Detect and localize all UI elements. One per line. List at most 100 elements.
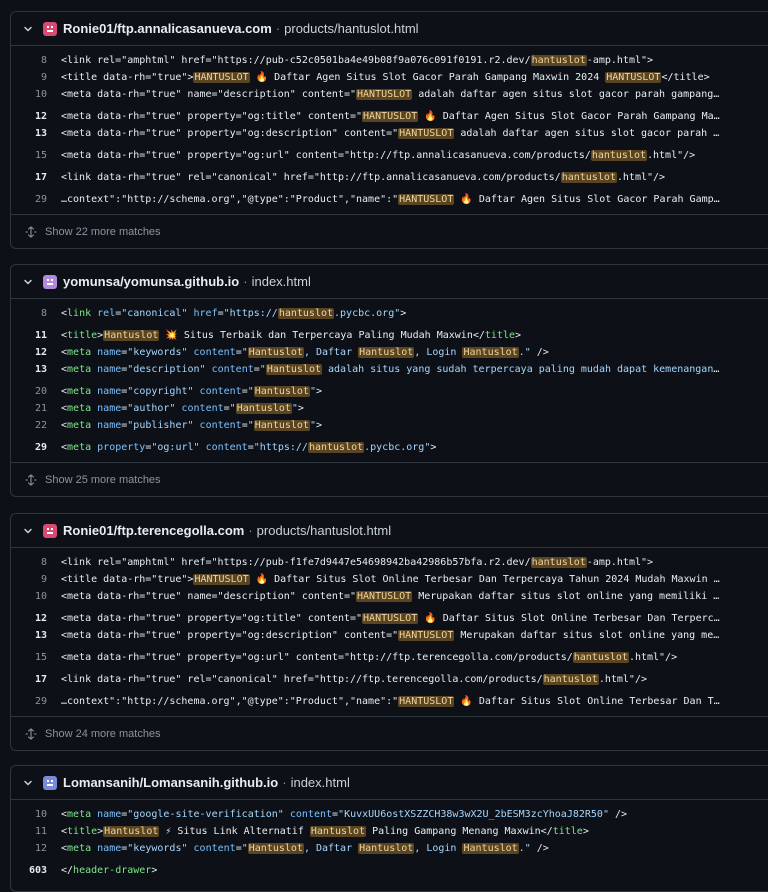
line-number[interactable]: 15 <box>11 649 61 666</box>
line-number[interactable]: 29 <box>11 439 61 456</box>
line-number[interactable]: 17 <box>11 169 61 186</box>
separator: · <box>248 523 253 538</box>
code-text: …context":"http://schema.org","@type":"P… <box>61 696 721 707</box>
line-number[interactable]: 8 <box>11 305 61 322</box>
code-text: <meta data-rh="true" property="og:descri… <box>61 630 721 641</box>
line-number[interactable]: 20 <box>11 383 61 400</box>
code-line[interactable]: 17 <link data-rh="true" rel="canonical" h… <box>11 169 768 186</box>
code-line[interactable]: 13 <meta data-rh="true" property="og:desc… <box>11 125 768 142</box>
chevron-down-icon[interactable] <box>23 277 35 287</box>
line-number[interactable]: 8 <box>11 52 61 69</box>
code-line[interactable]: 21 <meta name="author" content="Hantuslot… <box>11 400 768 417</box>
line-number[interactable]: 12 <box>11 344 61 361</box>
repo-link[interactable]: Ronie01/ftp.annalicasanueva.com <box>63 21 272 36</box>
code-line[interactable]: 13 <meta data-rh="true" property="og:desc… <box>11 627 768 644</box>
file-path-link[interactable]: products/hantuslot.html <box>284 21 418 36</box>
show-more-matches-button[interactable]: Show 25 more matches <box>11 462 768 496</box>
line-number[interactable]: 13 <box>11 361 61 378</box>
repo-link[interactable]: Lomansanih/Lomansanih.github.io <box>63 775 278 790</box>
line-number[interactable]: 12 <box>11 840 61 857</box>
code-line[interactable]: 8 <link rel="canonical" href="https://han… <box>11 305 768 322</box>
file-path-link[interactable]: index.html <box>252 274 311 289</box>
repo-link[interactable]: yomunsa/yomunsa.github.io <box>63 274 239 289</box>
code-snippet: 8 <link rel="amphtml" href="https://pub-c… <box>11 46 768 214</box>
code-line[interactable]: 10 <meta data-rh="true" name="description… <box>11 588 768 605</box>
code-text: <meta name="keywords" content="Hantuslot… <box>61 347 549 358</box>
result-header: Lomansanih/Lomansanih.github.io · index.ht… <box>11 766 768 800</box>
code-line[interactable]: 9 <title data-rh="true">HANTUSLOT 🔥 Dafta… <box>11 571 768 588</box>
search-result-card: yomunsa/yomunsa.github.io · index.html 8 <li… <box>10 264 768 497</box>
line-number[interactable]: 17 <box>11 671 61 688</box>
code-line[interactable]: 10 <meta name="google-site-verification" … <box>11 806 768 823</box>
line-number[interactable]: 10 <box>11 588 61 605</box>
code-text: <meta name="publisher" content="Hantuslo… <box>61 420 323 431</box>
line-number[interactable]: 11 <box>11 327 61 344</box>
line-number[interactable]: 11 <box>11 823 61 840</box>
code-line[interactable]: 8 <link rel="amphtml" href="https://pub-f… <box>11 554 768 571</box>
avatar[interactable] <box>43 21 57 36</box>
show-more-matches-button[interactable]: Show 24 more matches <box>11 716 768 750</box>
code-line[interactable]: 15 <meta data-rh="true" property="og:url"… <box>11 649 768 666</box>
chevron-down-icon[interactable] <box>23 526 35 536</box>
separator: · <box>282 775 287 790</box>
line-number[interactable]: 603 <box>11 862 61 879</box>
code-text: …context":"http://schema.org","@type":"P… <box>61 194 721 205</box>
line-number[interactable]: 9 <box>11 571 61 588</box>
avatar[interactable] <box>43 775 57 790</box>
line-number[interactable]: 12 <box>11 610 61 627</box>
repo-link[interactable]: Ronie01/ftp.terencegolla.com <box>63 523 244 538</box>
chevron-down-icon[interactable] <box>23 778 35 788</box>
code-line[interactable]: 17 <link data-rh="true" rel="canonical" h… <box>11 671 768 688</box>
code-text: <meta data-rh="true" property="og:title"… <box>61 613 721 624</box>
code-text: </header-drawer> <box>61 865 158 876</box>
code-line[interactable]: 29 …context":"http://schema.org","@type":… <box>11 693 768 710</box>
code-text: <title data-rh="true">HANTUSLOT 🔥 Daftar… <box>61 574 721 585</box>
result-header: Ronie01/ftp.terencegolla.com · products/ha… <box>11 514 768 548</box>
avatar[interactable] <box>43 523 57 538</box>
code-line[interactable]: 29 …context":"http://schema.org","@type":… <box>11 191 768 208</box>
line-number[interactable]: 10 <box>11 86 61 103</box>
code-line[interactable]: 12 <meta data-rh="true" property="og:titl… <box>11 610 768 627</box>
code-line[interactable]: 10 <meta data-rh="true" name="description… <box>11 86 768 103</box>
code-line[interactable]: 11 <title>Hantuslot 💥 Situs Terbaik dan T… <box>11 327 768 344</box>
line-number[interactable]: 10 <box>11 806 61 823</box>
code-text: <link data-rh="true" rel="canonical" hre… <box>61 674 647 685</box>
show-more-label: Show 22 more matches <box>45 225 161 238</box>
show-more-label: Show 25 more matches <box>45 473 161 486</box>
code-text: <meta data-rh="true" property="og:descri… <box>61 128 721 139</box>
show-more-matches-button[interactable]: Show 22 more matches <box>11 214 768 248</box>
code-text: <meta data-rh="true" property="og:url" c… <box>61 652 678 663</box>
code-text: <link rel="amphtml" href="https://pub-f1… <box>61 557 654 568</box>
line-number[interactable]: 8 <box>11 554 61 571</box>
line-number[interactable]: 9 <box>11 69 61 86</box>
line-number[interactable]: 12 <box>11 108 61 125</box>
code-line[interactable]: 13 <meta name="description" content="Hant… <box>11 361 768 378</box>
unfold-icon <box>25 225 37 238</box>
file-path-link[interactable]: products/hantuslot.html <box>257 523 391 538</box>
code-line[interactable]: 11 <title>Hantuslot ⚡ Situs Link Alternat… <box>11 823 768 840</box>
file-path-link[interactable]: index.html <box>291 775 350 790</box>
line-number[interactable]: 29 <box>11 693 61 710</box>
line-number[interactable]: 13 <box>11 125 61 142</box>
result-header: Ronie01/ftp.annalicasanueva.com · products… <box>11 12 768 46</box>
code-text: <meta data-rh="true" property="og:url" c… <box>61 150 696 161</box>
line-number[interactable]: 13 <box>11 627 61 644</box>
chevron-down-icon[interactable] <box>23 24 35 34</box>
code-line[interactable]: 15 <meta data-rh="true" property="og:url"… <box>11 147 768 164</box>
line-number[interactable]: 29 <box>11 191 61 208</box>
line-number[interactable]: 21 <box>11 400 61 417</box>
code-line[interactable]: 8 <link rel="amphtml" href="https://pub-c… <box>11 52 768 69</box>
code-line[interactable]: 22 <meta name="publisher" content="Hantus… <box>11 417 768 434</box>
code-line[interactable]: 12 <meta name="keywords" content="Hantusl… <box>11 840 768 857</box>
code-line[interactable]: 9 <title data-rh="true">HANTUSLOT 🔥 Dafta… <box>11 69 768 86</box>
code-line[interactable]: 12 <meta data-rh="true" property="og:titl… <box>11 108 768 125</box>
line-number[interactable]: 15 <box>11 147 61 164</box>
code-line[interactable]: 20 <meta name="copyright" content="Hantus… <box>11 383 768 400</box>
line-number[interactable]: 22 <box>11 417 61 434</box>
search-result-card: Ronie01/ftp.terencegolla.com · products/ha… <box>10 513 768 751</box>
avatar[interactable] <box>43 274 57 289</box>
code-line[interactable]: 603 </header-drawer> <box>11 862 768 879</box>
code-line[interactable]: 29 <meta property="og:url" content="https… <box>11 439 768 456</box>
code-line[interactable]: 12 <meta name="keywords" content="Hantusl… <box>11 344 768 361</box>
code-text: <meta data-rh="true" property="og:title"… <box>61 111 721 122</box>
